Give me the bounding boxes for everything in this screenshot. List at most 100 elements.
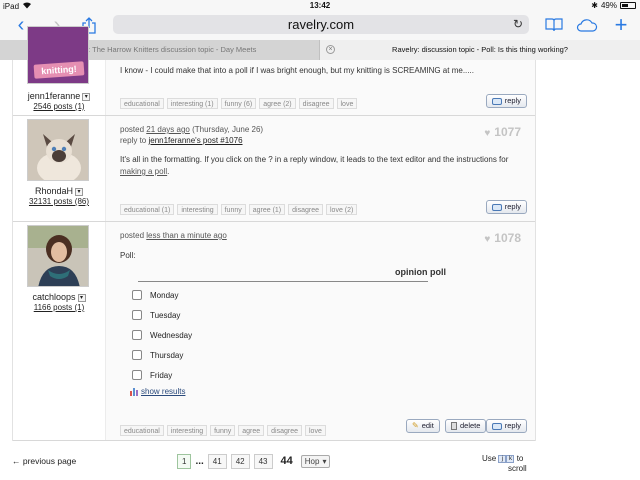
reaction-interesting[interactable]: interesting	[177, 204, 218, 215]
reaction-interesting[interactable]: interesting	[166, 425, 208, 436]
checkbox[interactable]	[132, 290, 142, 300]
page-42-link[interactable]: 42	[230, 453, 250, 469]
reaction-disagree[interactable]: disagree	[288, 204, 323, 215]
post-body: I know - I could make that into a poll i…	[120, 66, 474, 75]
reaction-bar: educational (1) interesting funny agree …	[120, 204, 358, 215]
reaction-love[interactable]: love (2)	[326, 204, 358, 215]
show-results-link[interactable]: show results	[130, 387, 185, 396]
heart-icon[interactable]: ♥	[484, 234, 490, 245]
reply-icon	[491, 203, 502, 211]
chevron-down-icon[interactable]: ▾	[77, 293, 86, 302]
poll-option-wednesday[interactable]: Wednesday	[132, 330, 192, 340]
chevron-down-icon: ▾	[322, 456, 327, 466]
making-a-poll-link[interactable]: making a poll	[120, 167, 167, 176]
post-count-link[interactable]: 2546 posts (1)	[13, 102, 105, 111]
reply-label: reply	[504, 96, 521, 105]
reply-button[interactable]: reply	[485, 200, 527, 214]
reaction-funny[interactable]: funny (6)	[220, 98, 257, 109]
reaction-educational[interactable]: educational	[120, 425, 164, 436]
post-count-link[interactable]: 1166 posts (1)	[13, 303, 105, 312]
post-body-text: It's all in the formatting. If you click…	[120, 155, 509, 164]
reaction-interesting[interactable]: interesting (1)	[166, 98, 218, 109]
tab-poll-topic[interactable]: Ravelry: discussion topic - Poll: Is thi…	[320, 40, 640, 60]
status-bar: iPad 13:42 ✱ 49%	[0, 0, 640, 12]
chevron-down-icon[interactable]: ▾	[75, 187, 84, 196]
username-text: jenn1feranne	[27, 91, 81, 101]
post-meta: posted less than a minute ago	[120, 231, 227, 240]
reply-to-line: reply to jenn1feranne's post #1076	[120, 136, 243, 145]
post-meta: posted 21 days ago (Thursday, June 26)	[120, 125, 263, 134]
avatar[interactable]	[27, 119, 89, 181]
poll-option-monday[interactable]: Monday	[132, 290, 178, 300]
reaction-educational[interactable]: educational	[120, 98, 164, 109]
poll-divider	[138, 281, 428, 282]
checkbox[interactable]	[132, 330, 142, 340]
checkbox[interactable]	[132, 370, 142, 380]
trash-icon	[451, 422, 457, 430]
reply-icon	[491, 422, 502, 430]
reaction-disagree[interactable]: disagree	[267, 425, 302, 436]
bookmarks-button[interactable]	[543, 14, 565, 36]
poll-option-label: Monday	[150, 290, 179, 300]
reaction-educational[interactable]: educational (1)	[120, 204, 175, 215]
reply-icon	[491, 97, 502, 105]
reaction-agree[interactable]: agree (2)	[259, 98, 296, 109]
key-k-icon: k	[506, 454, 515, 463]
avatar[interactable]	[27, 225, 89, 287]
browser-toolbar: ‹ › ravelry.com ↻ +	[0, 12, 640, 40]
username-text: catchloops	[32, 292, 76, 302]
heart-icon[interactable]: ♥	[484, 128, 490, 139]
poll-option-tuesday[interactable]: Tuesday	[132, 310, 180, 320]
hop-select[interactable]: Hop ▾	[300, 454, 331, 468]
reaction-bar: educational interesting (1) funny (6) ag…	[120, 98, 358, 109]
avatar[interactable]: knitting!	[27, 26, 89, 84]
forum-post: RhondaH ▾ 32131 posts (86) posted 21 days…	[13, 116, 535, 222]
reaction-love[interactable]: love	[305, 425, 326, 436]
reaction-disagree[interactable]: disagree	[298, 98, 334, 109]
post-count-link[interactable]: 32131 posts (86)	[13, 197, 105, 206]
scroll-hint-to: to	[516, 454, 524, 463]
address-bar[interactable]: ravelry.com ↻	[113, 15, 529, 34]
edit-button[interactable]: ✎ edit	[406, 419, 440, 433]
reaction-agree[interactable]: agree (1)	[248, 204, 286, 215]
clock: 13:42	[309, 1, 331, 10]
book-icon	[545, 18, 563, 32]
checkbox[interactable]	[132, 350, 142, 360]
poll-option-friday[interactable]: Friday	[132, 370, 172, 380]
reaction-funny[interactable]: funny	[220, 204, 246, 215]
posted-label: posted	[120, 231, 145, 240]
reaction-funny[interactable]: funny	[210, 425, 236, 436]
bar-chart-icon	[130, 387, 138, 396]
page-41-link[interactable]: 41	[207, 453, 227, 469]
reply-button[interactable]: reply	[485, 94, 527, 108]
username-text: RhondaH	[34, 186, 74, 196]
checkbox[interactable]	[132, 310, 142, 320]
poll-option-thursday[interactable]: Thursday	[132, 350, 183, 360]
reply-to-link[interactable]: jenn1feranne's post #1076	[148, 136, 242, 145]
previous-page-link[interactable]: ← previous page	[12, 456, 76, 466]
reload-icon[interactable]: ↻	[513, 15, 523, 34]
page-43-link[interactable]: 43	[253, 453, 273, 469]
post-number-text: 1077	[494, 125, 521, 139]
key-j-icon: j	[498, 454, 507, 463]
current-page: 44	[280, 455, 293, 467]
posted-time-link[interactable]: 21 days ago	[146, 125, 190, 134]
close-tab-icon[interactable]: ×	[326, 45, 335, 54]
icloud-tabs-button[interactable]	[576, 14, 598, 36]
chevron-down-icon[interactable]: ▾	[82, 92, 91, 101]
username[interactable]: RhondaH ▾	[13, 186, 105, 196]
forum-post: knitting! jenn1feranne ▾ 2546 posts (1) I…	[13, 26, 535, 116]
post-number: ♥ 1078	[484, 231, 521, 245]
reaction-love[interactable]: love	[336, 98, 358, 109]
delete-button[interactable]: delete	[445, 419, 487, 433]
posted-time-link[interactable]: less than a minute ago	[146, 231, 227, 240]
reaction-agree[interactable]: agree	[238, 425, 265, 436]
page-1-link[interactable]: 1	[177, 453, 192, 469]
reply-button[interactable]: reply	[485, 419, 527, 433]
hop-label: Hop	[304, 456, 320, 466]
username[interactable]: jenn1feranne ▾	[13, 91, 105, 101]
poll-option-label: Wednesday	[150, 330, 193, 340]
tab-bar: Ravelry: The Harrow Knitters discussion …	[0, 40, 640, 60]
new-tab-button[interactable]: +	[610, 12, 632, 37]
username[interactable]: catchloops ▾	[13, 292, 105, 302]
